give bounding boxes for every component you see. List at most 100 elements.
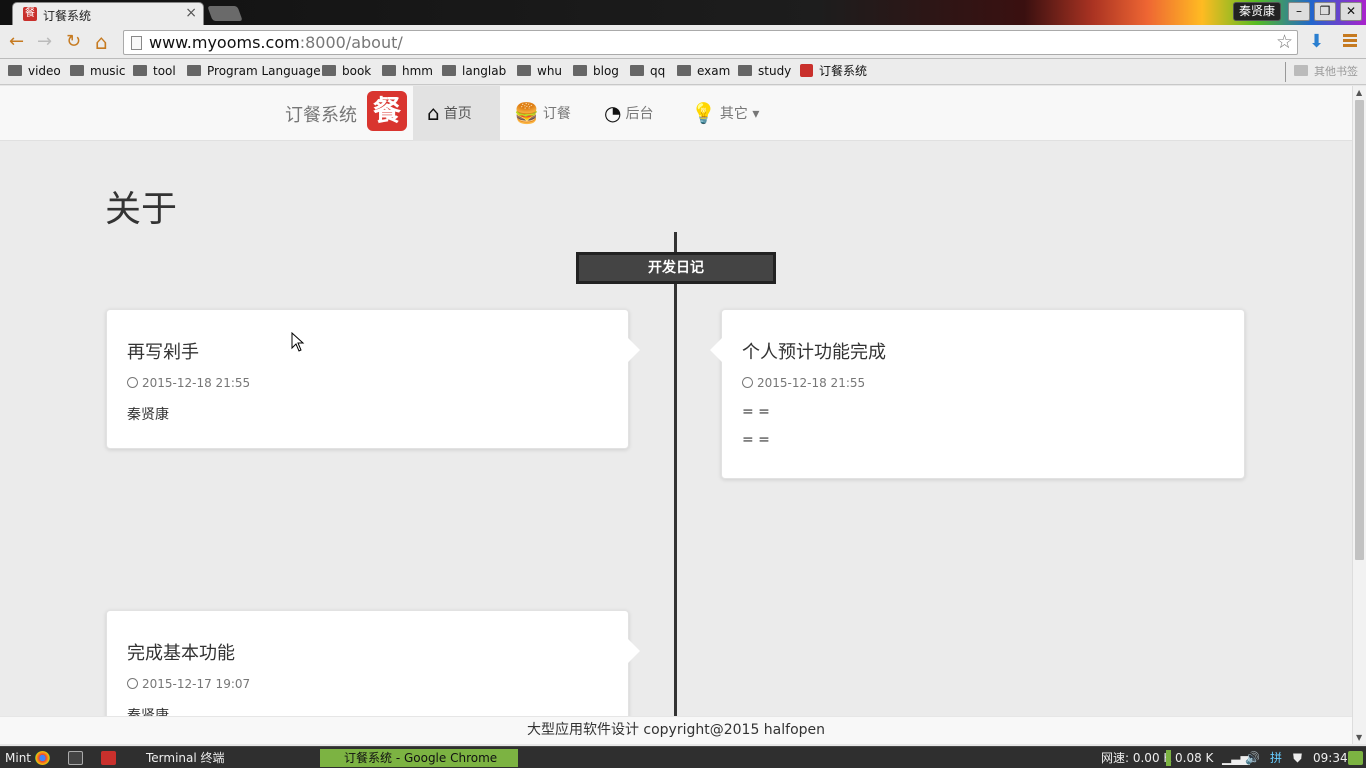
nav-admin[interactable]: ◔ 后台 (590, 86, 667, 141)
site-favicon-icon: 餐 (23, 7, 37, 21)
browser-toolbar: ← → ↻ ⌂ www.myooms.com:8000/about/ ☆ ⬇ (0, 25, 1366, 59)
tab-title: 订餐系统 (43, 9, 92, 23)
bookmark-folder[interactable]: Program Language (187, 63, 321, 79)
download-icon[interactable]: ⬇ (1309, 31, 1324, 52)
entry-body: = = (742, 432, 770, 448)
site-navbar: 订餐系统 餐 ⌂ 首页 🍔 订餐 ◔ 后台 💡 其它 ▾ (0, 86, 1352, 141)
show-desktop-icon[interactable] (1348, 751, 1363, 765)
folder-icon (573, 65, 587, 76)
bookmark-app-link[interactable]: 订餐系统 (800, 63, 867, 79)
clock-icon (742, 377, 753, 388)
home-icon[interactable]: ⌂ (95, 32, 108, 52)
taskbar-task-chrome[interactable]: 订餐系统 - Google Chrome (320, 749, 518, 767)
window-close-button[interactable]: ✕ (1340, 2, 1362, 21)
bookmark-folder[interactable]: book (322, 63, 371, 79)
clock-icon (127, 678, 138, 689)
entry-title: 完成基本功能 (127, 643, 235, 664)
folder-icon (322, 65, 336, 76)
entry-title: 个人预计功能完成 (742, 342, 886, 363)
folder-icon (382, 65, 396, 76)
nav-other-dropdown[interactable]: 💡 其它 ▾ (677, 86, 773, 141)
clock-icon (127, 377, 138, 388)
folder-icon (677, 65, 691, 76)
folder-icon (1294, 65, 1308, 76)
reload-icon[interactable]: ↻ (66, 33, 81, 51)
window-maximize-button[interactable]: ❐ (1314, 2, 1336, 21)
entry-body: 秦贤康 (127, 407, 169, 423)
shield-icon[interactable]: ⛊ (1293, 750, 1302, 766)
input-method-indicator[interactable]: 拼 (1270, 750, 1282, 766)
browser-tab-bar: 餐 订餐系统 × 秦贤康 – ❐ ✕ (0, 0, 1366, 25)
nav-home[interactable]: ⌂ 首页 (413, 86, 500, 141)
nav-order[interactable]: 🍔 订餐 (500, 86, 585, 141)
page-viewport: 订餐系统 餐 ⌂ 首页 🍔 订餐 ◔ 后台 💡 其它 ▾ 关于 开发日记 再写剁手 20… (0, 86, 1352, 744)
clock[interactable]: 09:34 (1313, 750, 1348, 766)
folder-icon (738, 65, 752, 76)
volume-icon[interactable]: 🔊 (1245, 750, 1260, 766)
timeline-line (674, 232, 677, 744)
entry-time: 2015-12-18 21:55 (127, 376, 608, 390)
bookmark-folder[interactable]: tool (133, 63, 176, 79)
mouse-cursor-icon (291, 332, 305, 352)
bookmarks-separator (1285, 62, 1286, 82)
bookmark-folder[interactable]: langlab (442, 63, 506, 79)
tab-close-icon[interactable]: × (185, 5, 197, 21)
bookmark-star-icon[interactable]: ☆ (1276, 31, 1293, 53)
bookmark-folder[interactable]: video (8, 63, 61, 79)
site-footer: 大型应用软件设计 copyright@2015 halfopen (0, 716, 1352, 744)
lightbulb-icon: 💡 (691, 101, 716, 125)
site-brand[interactable]: 订餐系统 (285, 101, 357, 127)
address-bar[interactable]: www.myooms.com:8000/about/ ☆ (123, 30, 1298, 55)
profile-user-button[interactable]: 秦贤康 (1233, 2, 1281, 21)
bookmark-folder[interactable]: blog (573, 63, 619, 79)
forward-icon[interactable]: → (37, 33, 52, 51)
url-path: :8000/about/ (299, 33, 403, 52)
url-text[interactable]: www.myooms.com:8000/about/ (149, 33, 403, 52)
page-title: 关于 (105, 189, 178, 230)
site-logo[interactable]: 餐 (367, 91, 407, 131)
burger-drink-icon: 🍔 (514, 101, 539, 125)
folder-icon (517, 65, 531, 76)
bookmark-folder[interactable]: exam (677, 63, 730, 79)
scroll-down-icon[interactable]: ▼ (1356, 733, 1362, 742)
entry-body: = = (742, 404, 770, 420)
scrollbar-thumb[interactable] (1355, 100, 1364, 560)
net-speed-up: 0.08 K (1166, 750, 1213, 766)
new-tab-button[interactable] (207, 6, 243, 21)
folder-icon (442, 65, 456, 76)
start-menu-button[interactable]: Mint (5, 750, 31, 766)
scroll-up-icon[interactable]: ▲ (1356, 88, 1362, 97)
entry-time: 2015-12-18 21:55 (742, 376, 1224, 390)
folder-icon (630, 65, 644, 76)
folder-icon (70, 65, 84, 76)
bookmark-folder[interactable]: music (70, 63, 125, 79)
bookmark-folder[interactable]: hmm (382, 63, 433, 79)
folder-icon (8, 65, 22, 76)
os-taskbar: Mint Terminal 终端 订餐系统 - Google Chrome 网速… (0, 746, 1366, 768)
window-minimize-button[interactable]: – (1288, 2, 1310, 21)
browser-tab-active[interactable]: 餐 订餐系统 × (12, 2, 204, 25)
page-icon (131, 36, 142, 50)
pie-chart-icon: ◔ (604, 101, 622, 125)
chrome-launcher-icon[interactable] (35, 751, 50, 765)
bookmark-folder[interactable]: study (738, 63, 791, 79)
folder-icon (187, 65, 201, 76)
timeline-badge: 开发日记 (576, 252, 776, 284)
bookmark-folder[interactable]: qq (630, 63, 665, 79)
entry-time: 2015-12-17 19:07 (127, 677, 608, 691)
timeline-entry: 再写剁手 2015-12-18 21:55 秦贤康 (106, 309, 640, 449)
bookmark-folder[interactable]: whu (517, 63, 562, 79)
other-bookmarks[interactable]: 其他书签 (1294, 63, 1358, 79)
app-launcher-icon[interactable] (101, 751, 116, 765)
entry-title: 再写剁手 (127, 342, 199, 363)
bookmarks-bar: video music tool Program Language book h… (0, 59, 1366, 85)
site-favicon-icon (800, 64, 813, 77)
terminal-launcher-icon[interactable] (68, 751, 83, 765)
page-scrollbar[interactable]: ▲ ▼ (1352, 86, 1366, 744)
chrome-menu-icon[interactable] (1343, 34, 1357, 48)
url-host: www.myooms.com (149, 33, 300, 52)
taskbar-task-terminal[interactable]: Terminal 终端 (122, 749, 317, 767)
back-icon[interactable]: ← (9, 33, 24, 51)
home-icon: ⌂ (427, 101, 440, 125)
timeline-entry: 个人预计功能完成 2015-12-18 21:55 = = = = (710, 309, 1245, 479)
